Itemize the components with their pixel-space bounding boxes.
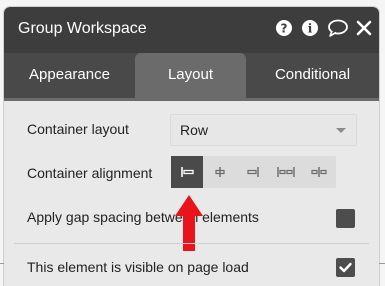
tab-conditional[interactable]: Conditional	[246, 53, 379, 98]
visible-on-load-checkbox[interactable]	[336, 258, 355, 277]
gap-spacing-label: Apply gap spacing between elements	[27, 209, 259, 225]
tab-appearance[interactable]: Appearance	[4, 53, 135, 98]
section-divider	[14, 243, 369, 244]
tab-layout[interactable]: Layout	[135, 53, 246, 98]
align-center-icon	[215, 167, 225, 177]
chevron-down-icon	[336, 128, 346, 133]
checkmark-icon	[339, 262, 352, 273]
panel-header: Group Workspace ? i	[4, 7, 379, 53]
comment-icon[interactable]	[327, 19, 349, 42]
align-right-button[interactable]	[237, 156, 269, 188]
align-center-button[interactable]	[204, 156, 236, 188]
align-right-icon	[247, 167, 259, 177]
container-layout-value: Row	[180, 122, 209, 138]
svg-text:i: i	[308, 22, 313, 36]
panel-title: Group Workspace	[18, 20, 147, 37]
tab-bar: Appearance Layout Conditional	[4, 53, 379, 98]
close-icon[interactable]	[356, 19, 372, 42]
space-between-button[interactable]	[270, 156, 302, 188]
background-line-right	[379, 263, 385, 264]
background-line-left	[0, 263, 4, 264]
visible-on-load-label: This element is visible on page load	[27, 259, 249, 275]
container-layout-label: Container layout	[27, 121, 129, 137]
space-around-button[interactable]	[303, 156, 335, 188]
alignment-button-group	[171, 156, 336, 188]
space-between-icon	[277, 167, 295, 177]
help-icon[interactable]: ?	[275, 19, 293, 42]
property-editor-panel: Group Workspace ? i Appearance Layout Co…	[4, 7, 379, 286]
info-icon[interactable]: i	[301, 19, 319, 42]
align-left-icon	[181, 167, 194, 177]
container-layout-select[interactable]: Row	[170, 114, 357, 146]
align-left-button[interactable]	[171, 156, 203, 188]
space-around-icon	[311, 167, 327, 177]
svg-text:?: ?	[281, 22, 288, 36]
container-alignment-label: Container alignment	[27, 165, 153, 181]
tab-underline	[4, 98, 379, 101]
gap-spacing-checkbox[interactable]	[336, 209, 355, 228]
